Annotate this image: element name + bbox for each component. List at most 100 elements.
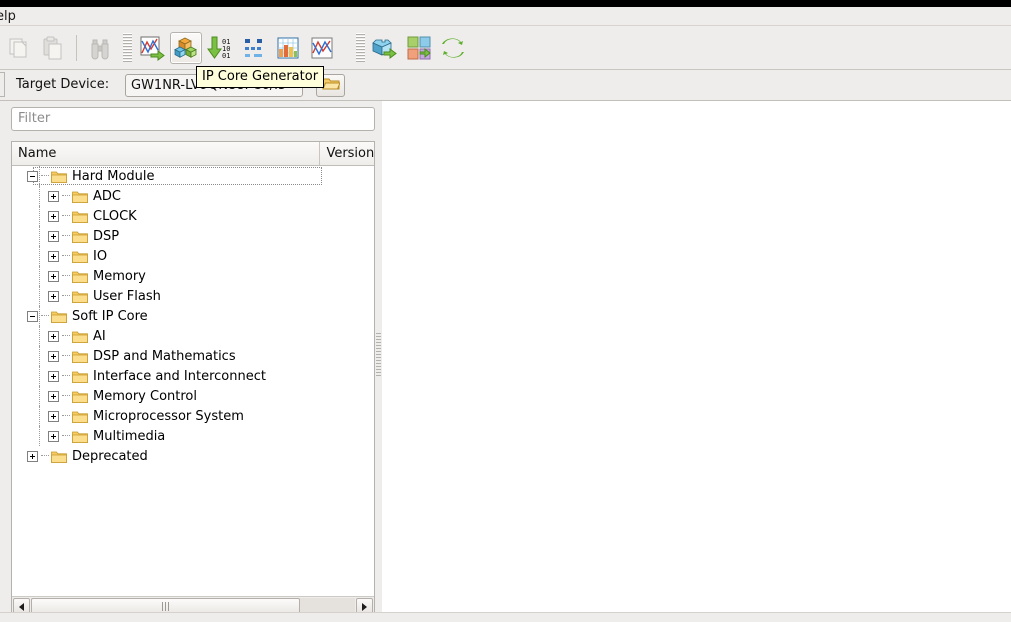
- tree-row[interactable]: Memory: [12, 266, 374, 286]
- folder-icon: [72, 290, 88, 303]
- tree-row[interactable]: AI: [12, 326, 374, 346]
- menu-bar: elp: [0, 7, 1011, 26]
- expand-icon[interactable]: [48, 430, 59, 442]
- folder-icon: [51, 450, 67, 463]
- tree-row[interactable]: Multimedia: [12, 426, 374, 446]
- tree-row[interactable]: Memory Control: [12, 386, 374, 406]
- filter-input[interactable]: Filter: [11, 107, 375, 131]
- rerun-all-button[interactable]: [437, 32, 469, 64]
- target-device-label: Target Device:: [16, 77, 110, 92]
- tree-node-label: ADC: [93, 188, 121, 204]
- editor-area: [382, 101, 1011, 612]
- tree-guide-line: [39, 286, 41, 306]
- tree-row[interactable]: Deprecated: [12, 446, 374, 466]
- ip-core-generator-button[interactable]: [170, 32, 202, 64]
- tree-node-label: IO: [93, 248, 108, 264]
- tree-row[interactable]: ADC: [12, 186, 374, 206]
- expand-icon[interactable]: [48, 290, 59, 302]
- expand-icon[interactable]: [48, 390, 59, 402]
- tree-guide-line: [39, 186, 41, 206]
- tiles-arrow-icon: [406, 35, 432, 61]
- find-button[interactable]: [84, 32, 116, 64]
- tree-row[interactable]: DSP and Mathematics: [12, 346, 374, 366]
- tree-connector: [62, 275, 70, 277]
- paste-button[interactable]: [37, 32, 69, 64]
- expand-icon[interactable]: [48, 270, 59, 282]
- tree-node-label: AI: [93, 328, 106, 344]
- expand-icon[interactable]: [48, 190, 59, 202]
- tree-node-label: Multimedia: [93, 428, 166, 444]
- tree-row[interactable]: Microprocessor System: [12, 406, 374, 426]
- scroll-right-icon: [362, 602, 367, 611]
- synthesize-button[interactable]: [369, 32, 401, 64]
- tree-header: Name Version: [12, 142, 374, 166]
- copy-button[interactable]: [3, 32, 35, 64]
- tooltip: IP Core Generator: [196, 66, 325, 88]
- menu-help[interactable]: elp: [0, 8, 22, 25]
- tree-row[interactable]: CLOCK: [12, 206, 374, 226]
- timing-button[interactable]: [306, 32, 338, 64]
- grid-table-icon: [276, 36, 300, 60]
- programmer-button[interactable]: 01 10 01: [204, 32, 236, 64]
- gao-button[interactable]: [238, 32, 270, 64]
- tree-connector: [62, 435, 70, 437]
- tree-guide-line: [39, 426, 41, 446]
- toolbar-drag-handle-tools[interactable]: [123, 33, 132, 63]
- place-route-button[interactable]: [403, 32, 435, 64]
- folder-icon: [72, 210, 88, 223]
- tree-connector: [62, 375, 70, 377]
- folder-icon: [72, 370, 88, 383]
- panel-splitter[interactable]: [375, 101, 382, 612]
- expand-icon[interactable]: [27, 450, 38, 462]
- column-header-version[interactable]: Version: [320, 142, 374, 165]
- floorplanner-button[interactable]: [136, 32, 168, 64]
- collapse-icon[interactable]: [27, 310, 38, 322]
- tree-row[interactable]: Interface and Interconnect: [12, 366, 374, 386]
- tree-guide-line: [39, 326, 41, 346]
- toolbar-drag-handle-flow[interactable]: [356, 33, 365, 63]
- folder-icon: [72, 270, 88, 283]
- expand-icon[interactable]: [48, 330, 59, 342]
- expand-icon[interactable]: [48, 230, 59, 242]
- expand-icon[interactable]: [48, 410, 59, 422]
- hscroll-grip-icon: [161, 602, 169, 611]
- expand-icon[interactable]: [48, 370, 59, 382]
- dock-edge-tab[interactable]: [0, 72, 5, 97]
- tree-connector: [62, 215, 70, 217]
- folder-icon: [51, 310, 67, 323]
- toolbar-group-flow: [355, 28, 470, 68]
- tree-row[interactable]: DSP: [12, 226, 374, 246]
- expand-icon[interactable]: [48, 250, 59, 262]
- schematic-button[interactable]: [272, 32, 304, 64]
- tree-node-label: Microprocessor System: [93, 408, 244, 424]
- tree-row[interactable]: IO: [12, 246, 374, 266]
- paste-icon: [41, 36, 65, 60]
- tree-node-label: DSP: [93, 228, 120, 244]
- folder-icon: [72, 250, 88, 263]
- tree-row[interactable]: User Flash: [12, 286, 374, 306]
- tree-guide-line: [39, 386, 41, 406]
- tree-row[interactable]: Soft IP Core: [12, 306, 374, 326]
- tree-guide-line: [39, 406, 41, 426]
- tree-connector: [62, 295, 70, 297]
- tree-connector: [41, 455, 49, 457]
- blocks-icon: [174, 36, 198, 60]
- chart-arrow-icon: [139, 35, 165, 61]
- tree-node-label: Soft IP Core: [72, 308, 148, 324]
- tree-connector: [62, 255, 70, 257]
- expand-icon[interactable]: [48, 350, 59, 362]
- tree-connector: [62, 355, 70, 357]
- splitter-grip-icon: [376, 333, 381, 377]
- tree-row[interactable]: Hard Module: [12, 166, 374, 186]
- svg-text:01: 01: [222, 52, 230, 60]
- column-header-name[interactable]: Name: [12, 142, 321, 165]
- copy-icon: [7, 36, 31, 60]
- tree-connector: [62, 335, 70, 337]
- toolbar-separator-1: [76, 35, 77, 61]
- tree-guide-line: [39, 266, 41, 286]
- expand-icon[interactable]: [48, 210, 59, 222]
- tree-node-label: Deprecated: [72, 448, 148, 464]
- folder-icon: [51, 170, 67, 183]
- collapse-icon[interactable]: [27, 170, 38, 182]
- scroll-left-icon: [19, 602, 24, 611]
